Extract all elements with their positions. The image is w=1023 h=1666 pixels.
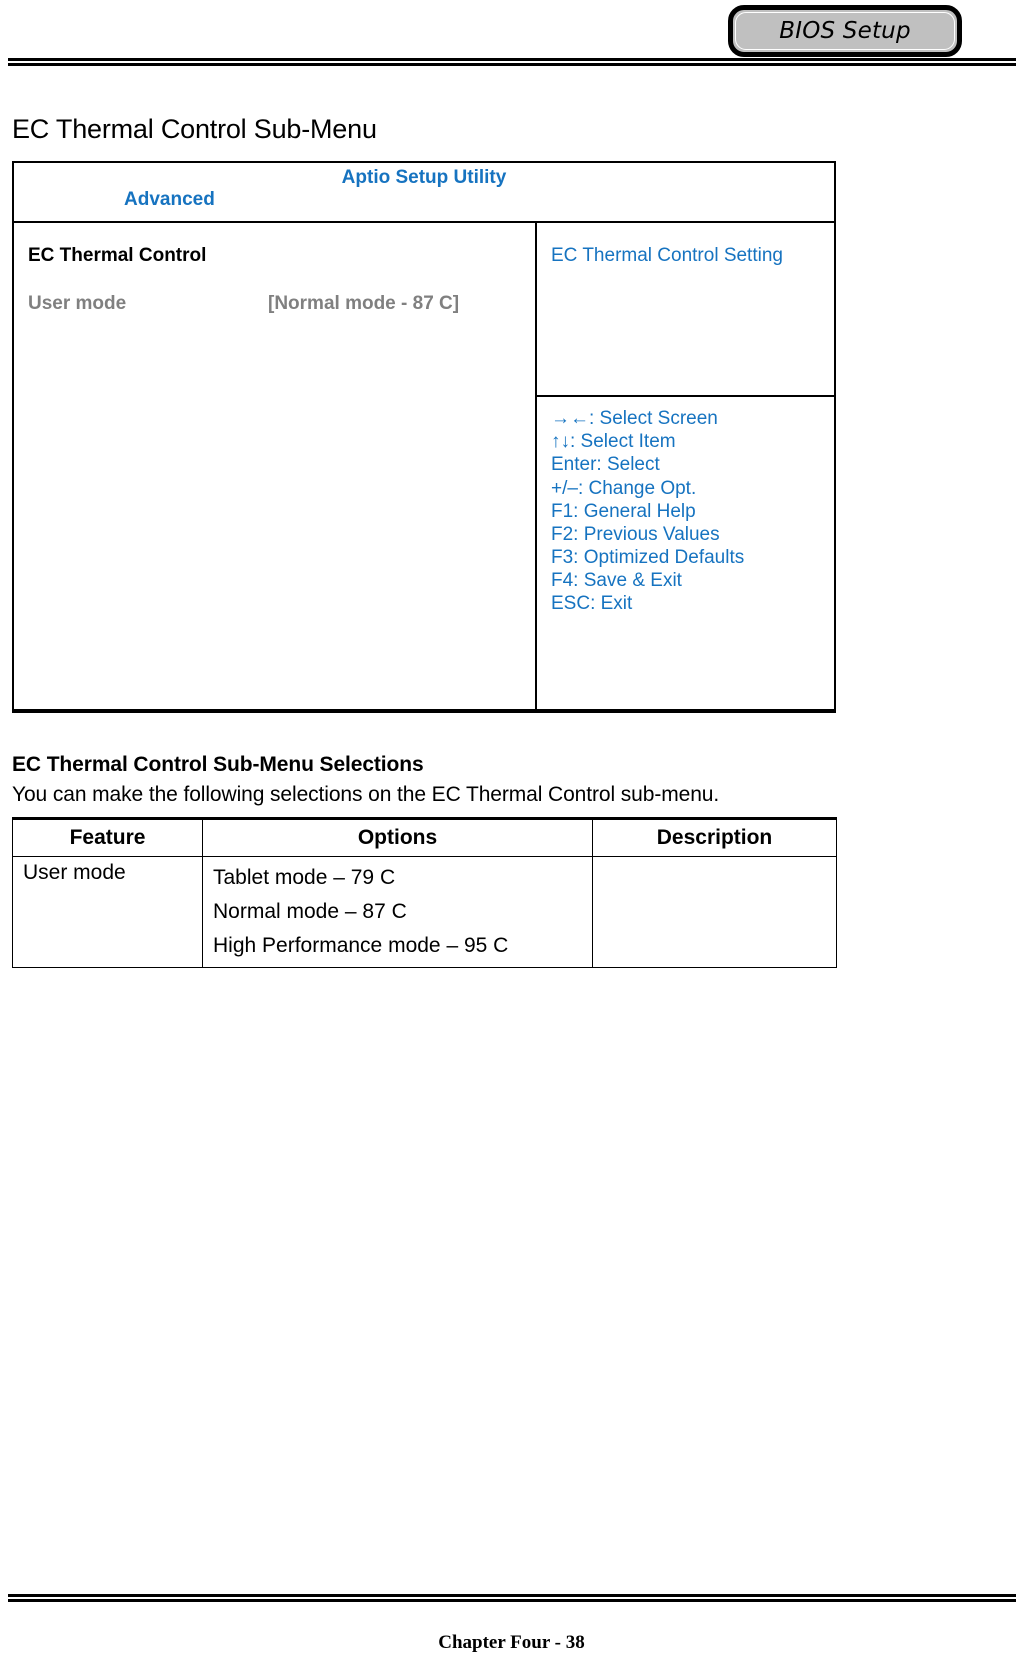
- bios-group-heading: EC Thermal Control: [28, 245, 207, 267]
- bios-settings-pane: EC Thermal Control User mode [Normal mod…: [14, 223, 537, 710]
- option-line-normal-mode: Normal mode – 87 C: [213, 900, 407, 924]
- bios-help-pane: EC Thermal Control Setting →←: Select Sc…: [537, 223, 834, 709]
- table-row: User mode Tablet mode – 79 C Normal mode…: [12, 856, 837, 969]
- page-content: EC Thermal Control Sub-Menu Aptio Setup …: [0, 86, 1023, 969]
- help-key-esc-exit: ESC: Exit: [551, 593, 633, 615]
- bios-help-description: EC Thermal Control Setting: [537, 223, 834, 398]
- selections-heading: EC Thermal Control Sub-Menu Selections: [12, 753, 424, 777]
- cell-feature: User mode: [12, 856, 203, 969]
- column-header-feature: Feature: [12, 817, 203, 858]
- footer-divider-rule: [8, 1594, 1016, 1602]
- selections-intro-text: You can make the following selections on…: [12, 783, 720, 807]
- bios-help-key-legend: →←: Select Screen ↑↓: Select Item Enter:…: [537, 397, 834, 709]
- help-key-f4-save-exit: F4: Save & Exit: [551, 570, 682, 592]
- column-header-options: Options: [202, 817, 593, 858]
- cell-options: Tablet mode – 79 C Normal mode – 87 C Hi…: [202, 856, 593, 969]
- cell-description: [592, 856, 837, 969]
- bios-utility-title: Aptio Setup Utility: [341, 167, 507, 189]
- option-line-high-performance-mode: High Performance mode – 95 C: [213, 934, 509, 958]
- header-tab-label: BIOS Setup: [779, 18, 911, 44]
- help-key-f2-previous-values: F2: Previous Values: [551, 523, 720, 545]
- bios-setup-header-tab: BIOS Setup: [728, 5, 962, 57]
- bios-option-row-user-mode[interactable]: User mode [Normal mode - 87 C]: [14, 293, 535, 315]
- help-key-select-item: ↑↓: Select Item: [551, 431, 676, 453]
- help-key-select-screen: →←: Select Screen: [551, 408, 718, 430]
- page-header: BIOS Setup: [0, 0, 1023, 86]
- help-key-change-opt: +/–: Change Opt.: [551, 477, 697, 499]
- table-header-row: Feature Options Description: [12, 817, 837, 858]
- bios-menu-tab-advanced[interactable]: Advanced: [124, 189, 215, 211]
- page-title: EC Thermal Control Sub-Menu: [12, 114, 377, 144]
- help-key-f1-general-help: F1: General Help: [551, 500, 696, 522]
- bios-setup-screen: Aptio Setup Utility Advanced EC Thermal …: [12, 161, 836, 714]
- help-key-enter-select: Enter: Select: [551, 454, 660, 476]
- bios-option-value[interactable]: [Normal mode - 87 C]: [268, 293, 459, 315]
- footer-page-label: Chapter Four - 38: [438, 1632, 585, 1653]
- bios-body: EC Thermal Control User mode [Normal mod…: [14, 223, 834, 710]
- selections-table: Feature Options Description User mode Ta…: [12, 817, 837, 969]
- bios-option-label: User mode: [28, 293, 127, 315]
- header-divider-rule: [8, 58, 1016, 66]
- option-line-tablet-mode: Tablet mode – 79 C: [213, 866, 396, 890]
- help-key-f3-optimized-defaults: F3: Optimized Defaults: [551, 547, 745, 569]
- bios-title-bar: Aptio Setup Utility Advanced: [14, 163, 834, 224]
- page-footer: Chapter Four - 38: [0, 1570, 1023, 1666]
- column-header-description: Description: [592, 817, 837, 858]
